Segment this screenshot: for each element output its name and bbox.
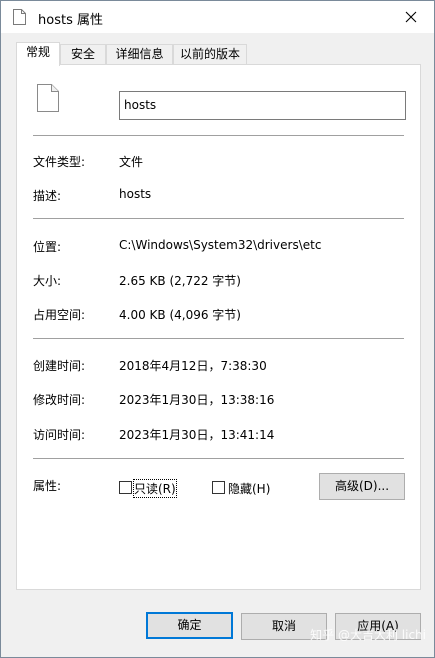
attributes-label: 属性:: [33, 479, 62, 493]
title-bar[interactable]: hosts 属性: [1, 1, 434, 33]
tab-strip: 常规 安全 详细信息 以前的版本: [16, 42, 426, 66]
document-icon: [13, 9, 26, 25]
watermark-text: 知乎 @大吉大利 lichi: [310, 628, 426, 642]
modified-value: 2023年1月30日，13:38:16: [119, 393, 275, 407]
separator: [33, 338, 404, 339]
accessed-value: 2023年1月30日，13:41:14: [119, 428, 275, 442]
advanced-button[interactable]: 高级(D)...: [319, 473, 405, 500]
separator: [33, 458, 404, 459]
hidden-checkbox[interactable]: [212, 481, 225, 494]
file-name-field[interactable]: hosts: [119, 91, 406, 120]
description-value: hosts: [119, 187, 152, 201]
hidden-checkbox-label[interactable]: 隐藏(H): [228, 480, 270, 497]
location-value: C:\Windows\System32\drivers\etc: [119, 238, 322, 252]
close-icon: [405, 11, 417, 23]
general-panel: hosts 文件类型: 文件 描述: hosts 位置: C:\Windows\…: [16, 64, 421, 590]
properties-dialog: hosts 属性 常规 安全 详细信息 以前的版本 hosts 文件类型: 文件…: [0, 0, 435, 658]
readonly-checkbox[interactable]: [119, 481, 132, 494]
size-label: 大小:: [33, 274, 62, 288]
created-value: 2018年4月12日，7:38:30: [119, 359, 267, 373]
document-icon: [37, 84, 59, 112]
readonly-checkbox-label[interactable]: 只读(R): [133, 479, 177, 498]
created-label: 创建时间:: [33, 359, 86, 373]
tab-security[interactable]: 安全: [60, 44, 106, 65]
size-value: 2.65 KB (2,722 字节): [119, 274, 241, 288]
separator: [33, 135, 404, 136]
tab-previous-versions[interactable]: 以前的版本: [173, 44, 247, 65]
ok-button[interactable]: 确定: [146, 612, 233, 639]
size-on-disk-label: 占用空间:: [33, 308, 86, 322]
accessed-label: 访问时间:: [33, 428, 86, 442]
tab-general[interactable]: 常规: [16, 42, 60, 66]
location-label: 位置:: [33, 240, 62, 254]
modified-label: 修改时间:: [33, 393, 86, 407]
tab-details[interactable]: 详细信息: [106, 44, 173, 65]
size-on-disk-value: 4.00 KB (4,096 字节): [119, 308, 241, 322]
separator: [33, 218, 404, 219]
file-type-value: 文件: [119, 155, 144, 169]
close-button[interactable]: [388, 1, 434, 33]
description-label: 描述:: [33, 189, 62, 203]
window-title: hosts 属性: [38, 13, 103, 28]
file-type-label: 文件类型:: [33, 155, 86, 169]
